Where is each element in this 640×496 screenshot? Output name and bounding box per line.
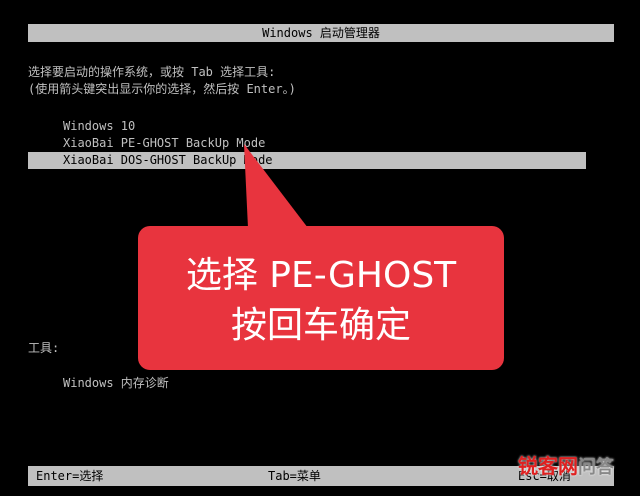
- title-bar: Windows 启动管理器: [28, 24, 614, 42]
- window-title: Windows 启动管理器: [262, 26, 380, 40]
- instructions: 选择要启动的操作系统，或按 Tab 选择工具: (使用箭头键突出显示你的选择，然…: [28, 64, 296, 98]
- tab-hint: Tab=菜单: [268, 469, 321, 483]
- watermark-text: 锐客网: [518, 454, 578, 478]
- enter-hint: Enter=选择: [36, 469, 104, 483]
- tool-item-memory-diagnostic[interactable]: Windows 内存诊断: [63, 375, 169, 392]
- callout-pointer-icon: [244, 144, 308, 228]
- instruction-line-1: 选择要启动的操作系统，或按 Tab 选择工具:: [28, 65, 276, 79]
- callout-line-2: 按回车确定: [230, 305, 411, 346]
- callout-line-1: 选择 PE-GHOST: [185, 255, 457, 296]
- os-list: Windows 10 XiaoBai PE-GHOST BackUp Mode …: [28, 118, 586, 169]
- os-item-pe-ghost[interactable]: XiaoBai PE-GHOST BackUp Mode: [28, 135, 586, 152]
- tools-list: Windows 内存诊断: [63, 375, 169, 392]
- watermark-sub: 问答: [578, 457, 614, 478]
- annotation-callout: 选择 PE-GHOST 按回车确定: [138, 144, 504, 370]
- os-item-windows-10[interactable]: Windows 10: [28, 118, 586, 135]
- tools-heading: 工具:: [28, 341, 60, 355]
- os-item-dos-ghost[interactable]: XiaoBai DOS-GHOST BackUp Mode: [28, 152, 586, 169]
- instruction-line-2: (使用箭头键突出显示你的选择，然后按 Enter。): [28, 82, 296, 96]
- watermark-logo: 锐客网问答: [518, 450, 614, 479]
